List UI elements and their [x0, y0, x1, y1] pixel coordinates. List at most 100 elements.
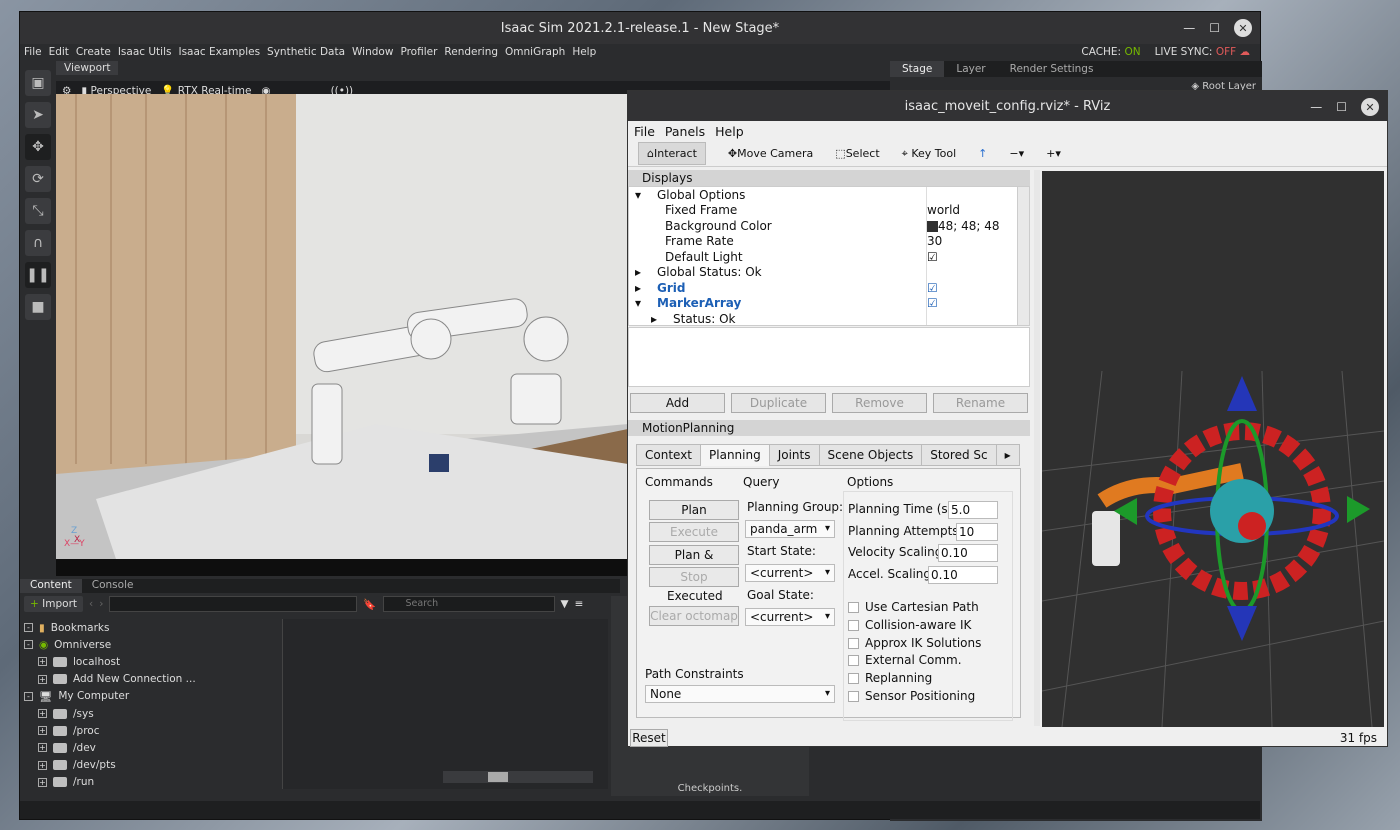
- row-frame-rate[interactable]: Frame Rate 30: [629, 234, 1017, 250]
- rviz-menu-panels[interactable]: Panels: [665, 124, 705, 139]
- tab-scroll-right[interactable]: ▸: [995, 444, 1020, 466]
- content-file-pane[interactable]: [282, 619, 608, 789]
- planning-attempts-input[interactable]: 10: [956, 523, 998, 541]
- minus-icon[interactable]: −▾: [1009, 147, 1024, 160]
- back-icon[interactable]: ‹: [89, 598, 93, 610]
- menu-window[interactable]: Window: [352, 46, 393, 58]
- collapse-icon[interactable]: -: [24, 640, 33, 650]
- grid-checkbox[interactable]: ☑: [927, 281, 938, 295]
- filter-icon[interactable]: ▼: [561, 598, 569, 610]
- expand-icon[interactable]: ▸: [629, 281, 657, 295]
- minimize-icon[interactable]: —: [1183, 21, 1195, 35]
- import-button[interactable]: + Import: [24, 596, 84, 612]
- zoom-slider-handle[interactable]: [488, 772, 508, 782]
- cube-icon[interactable]: ▣: [25, 70, 51, 96]
- execute-button[interactable]: Execute: [649, 522, 739, 542]
- zoom-slider[interactable]: [443, 771, 593, 783]
- add-button[interactable]: Add: [630, 393, 725, 413]
- cache-status[interactable]: CACHE: ON: [1081, 46, 1140, 58]
- start-state-select[interactable]: <current>: [745, 564, 835, 582]
- row-fixed-frame[interactable]: Fixed Frame world: [629, 203, 1017, 219]
- maximize-icon[interactable]: ☐: [1209, 21, 1220, 35]
- snap-icon[interactable]: ∩: [25, 230, 51, 256]
- tab-planning[interactable]: Planning: [700, 444, 770, 466]
- clear-octomap-button[interactable]: Clear octomap: [649, 606, 739, 626]
- menu-edit[interactable]: Edit: [49, 46, 69, 58]
- frame-rate-value[interactable]: 30: [927, 234, 942, 248]
- scale-icon[interactable]: ⤡: [25, 198, 51, 224]
- tree-global-options[interactable]: ▾ Global Options: [629, 187, 1017, 203]
- tree-global-status[interactable]: ▸ Global Status: Ok: [629, 265, 1017, 281]
- row-background-color[interactable]: Background Color 48; 48; 48: [629, 218, 1017, 234]
- select-arrow-icon[interactable]: ➤: [25, 102, 51, 128]
- tab-content[interactable]: Content: [20, 579, 82, 593]
- menu-file[interactable]: File: [24, 46, 42, 58]
- search-input[interactable]: Search: [382, 596, 555, 612]
- menu-omnigraph[interactable]: OmniGraph: [505, 46, 565, 58]
- tab-stored-scenes[interactable]: Stored Sc: [921, 444, 997, 466]
- minimize-icon[interactable]: —: [1310, 100, 1322, 114]
- tab-viewport[interactable]: Viewport: [56, 61, 119, 75]
- tab-layer[interactable]: Layer: [944, 61, 997, 77]
- path-input[interactable]: [109, 596, 358, 612]
- expand-icon[interactable]: ▸: [629, 265, 657, 279]
- plan-button[interactable]: Plan: [649, 500, 739, 520]
- expand-icon[interactable]: +: [38, 709, 47, 719]
- interact-tool[interactable]: ⌂Interact: [638, 142, 706, 165]
- bookmark-icon[interactable]: 🔖: [363, 598, 376, 611]
- menu-profiler[interactable]: Profiler: [400, 46, 437, 58]
- expand-icon[interactable]: +: [38, 777, 47, 787]
- remove-button[interactable]: Remove: [832, 393, 927, 413]
- fixed-frame-value[interactable]: world: [927, 203, 960, 217]
- tab-render-settings[interactable]: Render Settings: [998, 61, 1106, 77]
- expand-icon[interactable]: +: [38, 743, 47, 753]
- pose-arrow-icon[interactable]: ↑: [978, 147, 987, 160]
- rotate-icon[interactable]: ⟳: [25, 166, 51, 192]
- menu-help[interactable]: Help: [572, 46, 596, 58]
- tree-grid[interactable]: ▸ Grid ☑: [629, 280, 1017, 296]
- tree-item-run[interactable]: + /run: [24, 774, 282, 791]
- use-cartesian-path-checkbox[interactable]: Use Cartesian Path: [848, 600, 979, 614]
- plus-icon[interactable]: +▾: [1046, 147, 1061, 160]
- expand-icon[interactable]: +: [38, 674, 47, 684]
- pause-icon[interactable]: ❚❚: [25, 262, 51, 288]
- menu-isaac-examples[interactable]: Isaac Examples: [178, 46, 260, 58]
- viewport-scene[interactable]: X Z X—Y: [56, 94, 628, 559]
- marker-array-checkbox[interactable]: ☑: [927, 296, 938, 310]
- sensor-positioning-checkbox[interactable]: Sensor Positioning: [848, 689, 975, 703]
- displays-scrollbar[interactable]: [1017, 187, 1029, 325]
- stop-icon[interactable]: ■: [25, 294, 51, 320]
- tree-item-proc[interactable]: + /proc: [24, 722, 282, 739]
- planning-time-input[interactable]: 5.0: [948, 501, 998, 519]
- path-constraints-select[interactable]: None: [645, 685, 835, 703]
- row-default-light[interactable]: Default Light ☑: [629, 249, 1017, 265]
- collapse-icon[interactable]: ▾: [629, 188, 657, 202]
- velocity-scaling-input[interactable]: 0.10: [938, 544, 998, 562]
- move-camera-tool[interactable]: ✥Move Camera: [728, 147, 813, 160]
- tree-item-add-connection[interactable]: + Add New Connection ...: [24, 671, 282, 688]
- menu-synthetic-data[interactable]: Synthetic Data: [267, 46, 345, 58]
- menu-create[interactable]: Create: [76, 46, 111, 58]
- collision-aware-ik-checkbox[interactable]: Collision-aware IK: [848, 618, 971, 632]
- rviz-menu-help[interactable]: Help: [715, 124, 744, 139]
- tab-console[interactable]: Console: [82, 579, 144, 593]
- plan-and-execute-button[interactable]: Plan & Execute: [649, 545, 739, 580]
- expand-icon[interactable]: +: [38, 760, 47, 770]
- expand-icon[interactable]: ▸: [651, 312, 673, 326]
- collapse-icon[interactable]: ▾: [629, 296, 657, 310]
- tree-item-bookmarks[interactable]: - ▮ Bookmarks: [24, 619, 282, 636]
- tab-joints[interactable]: Joints: [768, 444, 820, 466]
- tree-item-dev[interactable]: + /dev: [24, 739, 282, 756]
- tree-item-localhost[interactable]: + localhost: [24, 653, 282, 670]
- tree-item-my-computer[interactable]: - 🖥 My Computer: [24, 688, 282, 705]
- rviz-menu-file[interactable]: File: [634, 124, 655, 139]
- rename-button[interactable]: Rename: [933, 393, 1028, 413]
- close-icon[interactable]: ✕: [1234, 19, 1252, 37]
- goal-state-select[interactable]: <current>: [745, 608, 835, 626]
- duplicate-button[interactable]: Duplicate: [731, 393, 826, 413]
- splitter[interactable]: [1034, 170, 1040, 726]
- tree-item-sys[interactable]: + /sys: [24, 705, 282, 722]
- external-comm-checkbox[interactable]: External Comm.: [848, 653, 962, 667]
- tree-marker-status[interactable]: ▸ Status: Ok: [629, 311, 1017, 327]
- replanning-checkbox[interactable]: Replanning: [848, 671, 932, 685]
